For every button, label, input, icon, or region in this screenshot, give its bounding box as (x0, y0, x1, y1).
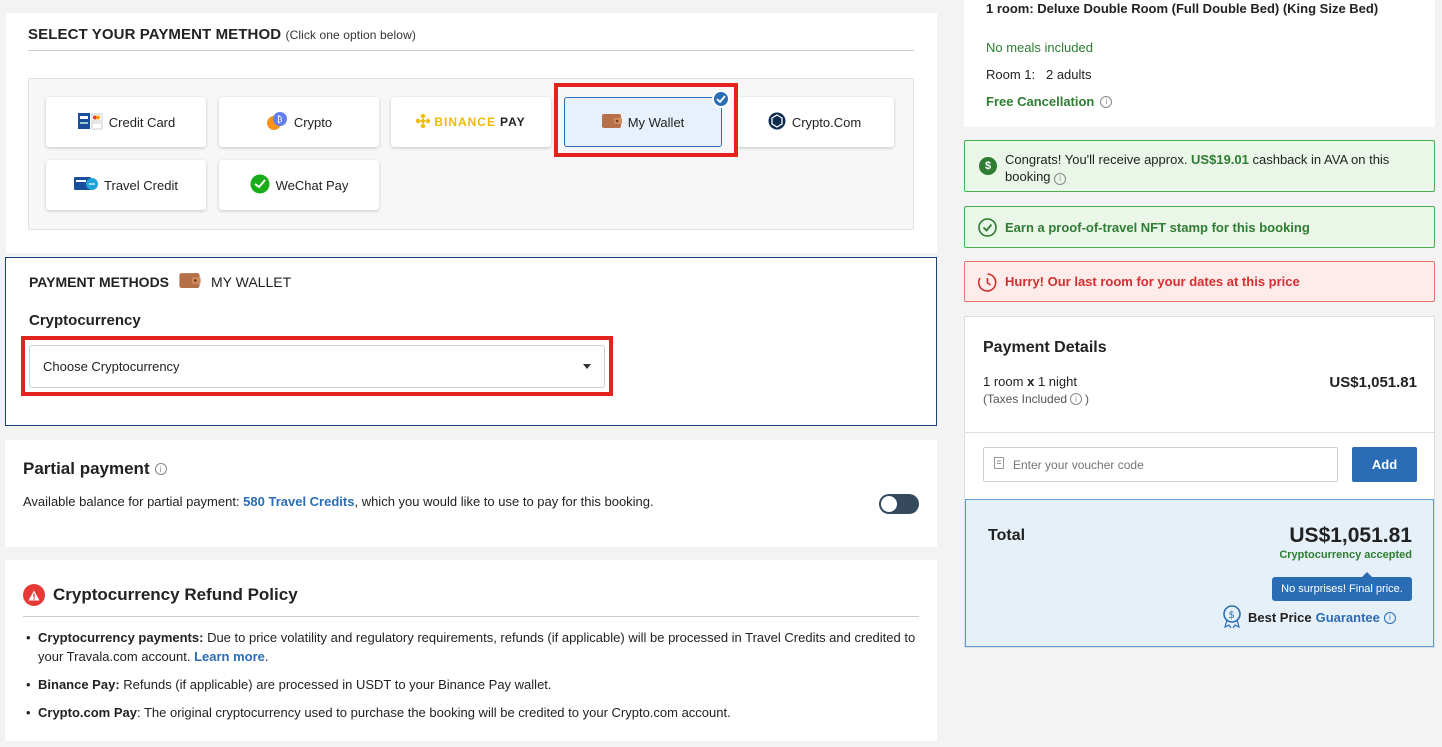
info-icon[interactable]: i (154, 463, 167, 475)
check-icon (712, 90, 730, 108)
total-price: US$1,051.81 (1289, 524, 1412, 547)
taxes-included: (Taxes Included i) (983, 392, 1090, 406)
learn-more-link[interactable]: Learn more (194, 649, 265, 664)
toggle-knob (881, 496, 897, 512)
svg-text:₿: ₿ (277, 114, 283, 124)
payment-methods-heading: PAYMENT METHODS MY WALLET (29, 272, 292, 292)
option-label: Crypto.Com (791, 114, 862, 130)
partial-payment-title: Partial payment i (23, 459, 167, 479)
binance-brand: BINANCE (434, 115, 496, 129)
info-icon[interactable]: i (1100, 95, 1113, 108)
option-label: My Wallet (627, 114, 685, 130)
divider (28, 50, 914, 51)
meals-text: No meals included (986, 40, 1093, 55)
option-label: Credit Card (108, 114, 176, 130)
final-price-tooltip: No surprises! Final price. (1272, 572, 1412, 601)
binance-pay-label: PAY (499, 115, 526, 129)
hurry-banner: Hurry! Our last room for your dates at t… (964, 261, 1435, 302)
option-crypto-com[interactable]: Crypto.Com (735, 97, 894, 147)
option-binance-pay[interactable]: BINANCE PAY (391, 97, 551, 147)
voucher-field[interactable] (1013, 457, 1313, 472)
travel-credit-icon (74, 175, 99, 196)
crypto-icon: ₿ (266, 111, 288, 134)
option-crypto[interactable]: ₿ Crypto (219, 97, 379, 147)
check-circle-icon (978, 218, 997, 240)
option-my-wallet[interactable]: My Wallet (564, 97, 722, 147)
option-label: Crypto (293, 114, 333, 130)
wallet-icon (601, 113, 622, 132)
warning-icon (23, 584, 45, 606)
total-label: Total (988, 527, 1026, 544)
list-item: Cryptocurrency payments: Due to price vo… (24, 628, 924, 666)
option-travel-credit[interactable]: Travel Credit (46, 160, 206, 210)
info-icon[interactable]: i (1070, 393, 1083, 405)
room-night-line: 1 room x 1 night (983, 374, 1077, 389)
wallet-icon (179, 272, 201, 292)
partial-payment-toggle[interactable] (879, 494, 919, 514)
svg-text:$: $ (1229, 610, 1235, 621)
crypto-select-value: Choose Cryptocurrency (43, 359, 180, 374)
subtotal-price: US$1,051.81 (1329, 374, 1417, 391)
option-credit-card[interactable]: Credit Card (46, 97, 206, 147)
partial-payment-text: Available balance for partial payment: 5… (23, 494, 654, 509)
refund-title: Cryptocurrency Refund Policy (23, 584, 298, 606)
crypto-accepted: Cryptocurrency accepted (1279, 549, 1412, 561)
info-icon[interactable]: i (1383, 611, 1396, 624)
best-price-guarantee: $ Best Price Guarantee i (1220, 604, 1396, 631)
cashback-icon: $ (979, 157, 997, 175)
balance-link[interactable]: 580 Travel Credits (243, 494, 354, 509)
list-item: Crypto.com Pay: The original cryptocurre… (24, 703, 924, 722)
option-label: WeChat Pay (275, 177, 349, 193)
crypto-select[interactable]: Choose Cryptocurrency (29, 345, 605, 388)
crypto-com-icon (768, 112, 786, 133)
free-cancellation: Free Cancellation i (986, 94, 1113, 109)
cashback-banner: $ Congrats! You'll receive approx. US$19… (964, 140, 1435, 192)
selected-method: MY WALLET (211, 274, 292, 290)
room-occupancy: Room 1: 2 adults (986, 67, 1092, 82)
info-icon[interactable]: i (1054, 172, 1067, 185)
payment-details-title: Payment Details (983, 339, 1107, 356)
guarantee-link[interactable]: Guarantee (1316, 610, 1380, 625)
badge-icon: $ (1220, 604, 1244, 631)
voucher-icon (994, 457, 1004, 472)
divider (23, 616, 919, 617)
binance-icon (415, 112, 432, 131)
list-item: Binance Pay: Refunds (if applicable) are… (24, 675, 924, 694)
timer-icon (977, 273, 997, 295)
payment-select-title: SELECT YOUR PAYMENT METHOD (Click one op… (28, 26, 416, 43)
voucher-input[interactable] (983, 447, 1338, 482)
add-voucher-button[interactable]: Add (1352, 447, 1417, 482)
divider (965, 432, 1434, 433)
caret-down-icon (583, 364, 591, 369)
nft-banner: Earn a proof-of-travel NFT stamp for thi… (964, 206, 1435, 248)
option-label: Travel Credit (104, 177, 178, 193)
option-wechat-pay[interactable]: WeChat Pay (219, 160, 379, 210)
crypto-label: Cryptocurrency (29, 312, 141, 329)
room-title: 1 room: Deluxe Double Room (Full Double … (986, 1, 1379, 16)
wechat-icon (250, 174, 270, 197)
credit-card-icon (77, 112, 103, 133)
refund-list: Cryptocurrency payments: Due to price vo… (24, 628, 924, 731)
